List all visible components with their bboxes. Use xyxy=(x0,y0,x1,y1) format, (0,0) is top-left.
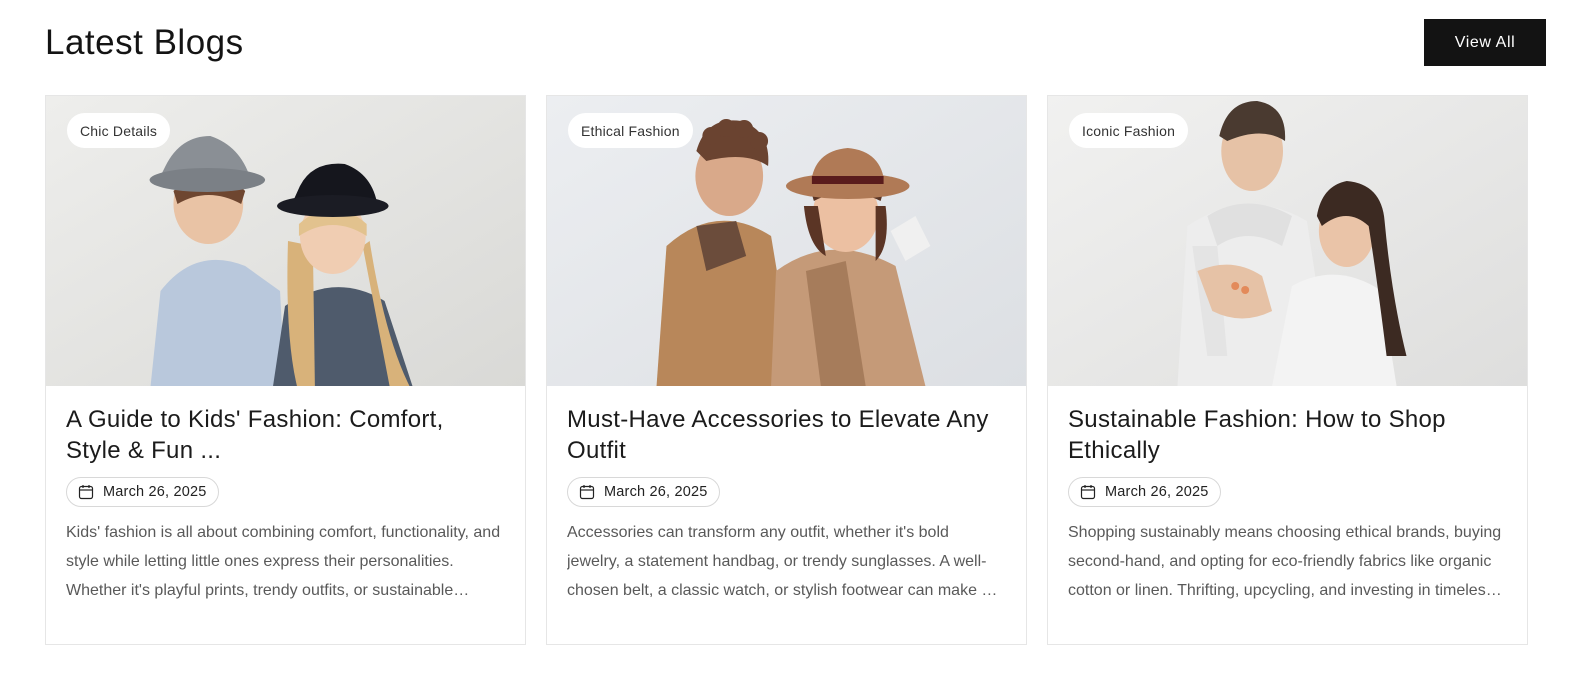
category-tag[interactable]: Ethical Fashion xyxy=(568,113,693,148)
date-badge: March 26, 2025 xyxy=(66,477,219,507)
blog-card[interactable]: Chic Details A Guide to Kids' Fashion: C… xyxy=(45,95,526,645)
blog-card-excerpt: Accessories can transform any outfit, wh… xyxy=(567,524,991,599)
blog-card-title[interactable]: A Guide to Kids' Fashion: Comfort, Style… xyxy=(66,404,505,466)
blog-card-title[interactable]: Sustainable Fashion: How to Shop Ethical… xyxy=(1068,404,1507,466)
calendar-icon xyxy=(78,485,94,500)
date-badge: March 26, 2025 xyxy=(567,477,720,507)
latest-blogs-section: Latest Blogs View All Chic Details A Gui… xyxy=(0,0,1587,683)
date-text: March 26, 2025 xyxy=(604,484,708,500)
blog-card-body: Sustainable Fashion: How to Shop Ethical… xyxy=(1048,386,1527,605)
blog-card-image[interactable]: Chic Details xyxy=(46,96,525,386)
blog-card[interactable]: Ethical Fashion Must-Have Accessories to… xyxy=(546,95,1027,645)
date-text: March 26, 2025 xyxy=(1105,484,1209,500)
blog-card-image[interactable]: Ethical Fashion xyxy=(547,96,1026,386)
date-badge: March 26, 2025 xyxy=(1068,477,1221,507)
date-text: March 26, 2025 xyxy=(103,484,207,500)
blog-card-title[interactable]: Must-Have Accessories to Elevate Any Out… xyxy=(567,404,1006,466)
calendar-icon xyxy=(1080,485,1096,500)
blog-card-list: Chic Details A Guide to Kids' Fashion: C… xyxy=(45,95,1528,645)
category-tag[interactable]: Iconic Fashion xyxy=(1069,113,1189,148)
blog-card-image[interactable]: Iconic Fashion xyxy=(1048,96,1527,386)
blog-card-body: A Guide to Kids' Fashion: Comfort, Style… xyxy=(46,386,525,605)
blog-card-excerpt: Kids' fashion is all about combining com… xyxy=(66,524,501,599)
section-title: Latest Blogs xyxy=(45,23,244,62)
blog-card-body: Must-Have Accessories to Elevate Any Out… xyxy=(547,386,1026,605)
blog-card[interactable]: Iconic Fashion Sustainable Fashion: How … xyxy=(1047,95,1528,645)
calendar-icon xyxy=(579,485,595,500)
category-tag[interactable]: Chic Details xyxy=(67,113,171,148)
section-header: Latest Blogs View All xyxy=(45,19,1546,66)
view-all-button[interactable]: View All xyxy=(1424,19,1546,66)
blog-card-excerpt: Shopping sustainably means choosing ethi… xyxy=(1068,524,1502,599)
